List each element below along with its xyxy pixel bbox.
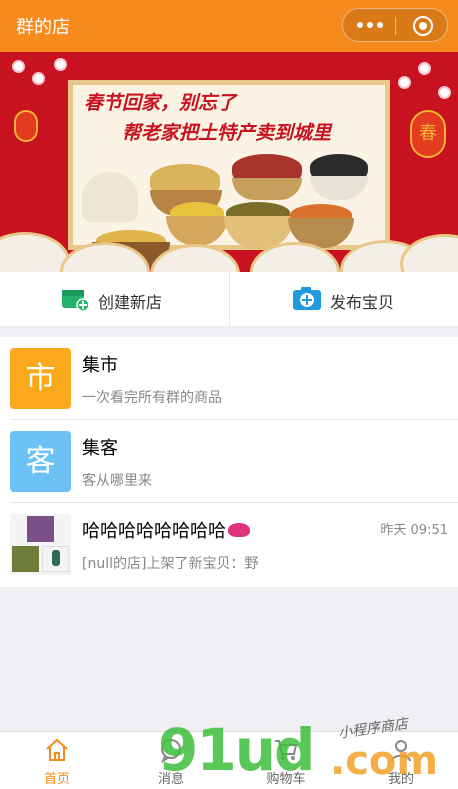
list-item-subtitle: [null的店]上架了新宝贝：野 bbox=[82, 556, 259, 572]
tab-cart[interactable]: 购物车 bbox=[229, 732, 343, 789]
customers-tile-icon: 客 bbox=[10, 431, 71, 492]
close-miniprogram-icon[interactable] bbox=[413, 16, 433, 36]
list-item-subtitle: 客从哪里来 bbox=[82, 473, 152, 489]
tab-label: 购物车 bbox=[266, 772, 306, 787]
decorative-cloud bbox=[0, 232, 70, 272]
publish-item-button[interactable]: 发布宝贝 bbox=[230, 272, 458, 326]
page-title: 群的店 bbox=[16, 17, 70, 38]
bottom-tab-bar: 首页 消息 购物车 我的 bbox=[0, 731, 458, 789]
list-item-group-chat[interactable]: 哈哈哈哈哈哈哈哈 昨天 09:51 [null的店]上架了新宝贝：野 bbox=[0, 503, 458, 586]
publish-item-label: 发布宝贝 bbox=[330, 293, 395, 312]
list-item-time: 昨天 09:51 bbox=[380, 523, 448, 538]
list-item-title: 集市 bbox=[82, 355, 118, 376]
list-item-title: 哈哈哈哈哈哈哈哈 bbox=[82, 517, 250, 543]
decorative-cloud bbox=[400, 234, 458, 272]
banner-subheadline: 帮老家把土特产卖到城里 bbox=[122, 122, 332, 144]
group-avatar bbox=[10, 514, 71, 575]
camera-add-icon bbox=[293, 287, 321, 310]
create-store-button[interactable]: 创建新店 bbox=[0, 272, 229, 326]
tab-messages[interactable]: 消息 bbox=[114, 732, 228, 789]
tab-profile[interactable]: 我的 bbox=[344, 732, 458, 789]
list-item-subtitle: 一次看完所有群的商品 bbox=[82, 390, 222, 406]
tab-label: 首页 bbox=[43, 772, 70, 787]
top-navigation-bar: 群的店 bbox=[0, 0, 458, 52]
list-item-market[interactable]: 市 集市 一次看完所有群的商品 bbox=[0, 337, 458, 420]
store-add-icon bbox=[62, 290, 90, 312]
miniprogram-capsule bbox=[342, 8, 448, 42]
more-options-icon[interactable] bbox=[357, 22, 383, 30]
grain-pile bbox=[82, 172, 138, 222]
user-icon bbox=[391, 740, 411, 762]
tab-home[interactable]: 首页 bbox=[0, 732, 114, 789]
capsule-divider bbox=[395, 17, 396, 35]
create-store-label: 创建新店 bbox=[98, 293, 163, 312]
lantern-icon bbox=[14, 110, 38, 142]
promo-banner[interactable]: 春 春节回家，别忘了 帮老家把土特产卖到城里 bbox=[0, 52, 458, 272]
lantern-icon: 春 bbox=[410, 110, 446, 158]
group-list: 市 集市 一次看完所有群的商品 客 集客 客从哪里来 哈哈哈哈哈哈哈哈 昨天 0… bbox=[0, 337, 458, 587]
quick-actions: 创建新店 发布宝贝 bbox=[0, 272, 458, 326]
home-icon bbox=[46, 738, 68, 761]
list-item-title: 集客 bbox=[82, 438, 118, 459]
cart-icon bbox=[275, 740, 298, 760]
market-tile-icon: 市 bbox=[10, 348, 71, 409]
list-item-customers[interactable]: 客 集客 客从哪里来 bbox=[0, 420, 458, 503]
message-icon bbox=[161, 739, 181, 763]
tab-label: 我的 bbox=[387, 772, 414, 787]
tab-label: 消息 bbox=[157, 772, 184, 787]
hat-emoji-icon bbox=[228, 523, 250, 537]
banner-headline: 春节回家，别忘了 bbox=[84, 92, 237, 114]
grain-bowl bbox=[232, 178, 302, 200]
